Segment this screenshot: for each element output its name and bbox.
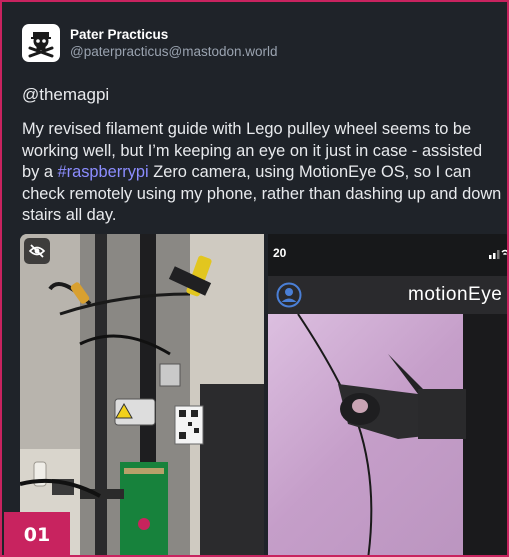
- app-title: motionEye: [408, 284, 503, 305]
- mention-link[interactable]: @themagpi: [22, 84, 109, 106]
- post-card: Pater Practicus @paterpracticus@mastodon…: [0, 0, 509, 557]
- post-body: My revised filament guide with Lego pull…: [22, 119, 502, 227]
- skull-crossbones-icon: [24, 26, 58, 60]
- printer-photo-illustration: [20, 234, 264, 555]
- hide-media-button[interactable]: [24, 238, 50, 264]
- media-gallery: 20 motionEye: [20, 234, 507, 555]
- phone-status-bar: 20: [268, 234, 507, 276]
- printer-photo[interactable]: [20, 234, 264, 555]
- eye-slash-icon: [28, 244, 46, 258]
- figure-number-badge: 01: [4, 512, 70, 555]
- motioneye-app-bar: motionEye: [268, 276, 507, 314]
- post-header: Pater Practicus @paterpracticus@mastodon…: [22, 21, 278, 65]
- display-name[interactable]: Pater Practicus: [70, 26, 278, 43]
- user-icon[interactable]: [276, 282, 302, 308]
- camera-feed-illustration: [297, 313, 507, 555]
- badge-label: 01: [23, 523, 51, 546]
- motioneye-screenshot[interactable]: 20 motionEye: [268, 234, 507, 555]
- avatar[interactable]: [22, 24, 60, 62]
- camera-feed: [268, 313, 507, 555]
- signal-icon: [489, 249, 507, 259]
- account-handle[interactable]: @paterpracticus@mastodon.world: [70, 43, 278, 61]
- phone-time: 20: [273, 246, 287, 260]
- author-names: Pater Practicus @paterpracticus@mastodon…: [70, 26, 278, 61]
- hashtag-link[interactable]: #raspberrypi: [58, 163, 149, 181]
